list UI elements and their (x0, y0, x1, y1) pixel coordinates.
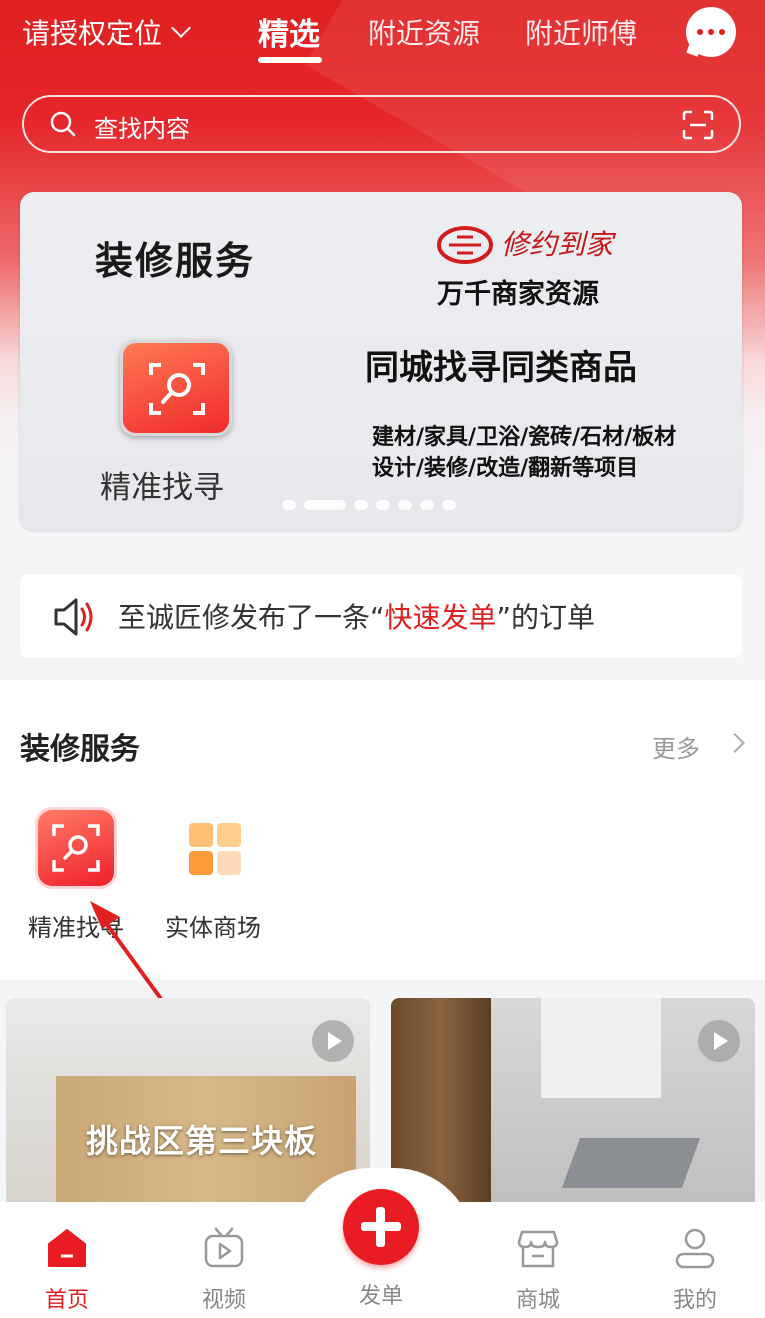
play-icon[interactable] (312, 1020, 354, 1062)
tab-active-indicator (258, 57, 322, 63)
tab-label: 商城 (515, 1288, 560, 1313)
banner-categories-line1: 建材/家具/卫浴/瓷砖/石材/板材 (372, 425, 677, 450)
message-icon[interactable] (686, 7, 736, 57)
tab-nearby-resources[interactable]: 附近资源 (368, 12, 480, 52)
banner-headline: 同城找寻同类商品 (365, 348, 637, 388)
video-caption: 挑战区第三块板 (86, 1122, 318, 1160)
carousel-dot-active (304, 500, 346, 510)
video-card[interactable] (391, 998, 755, 1208)
brand-logo: 修约到家 (437, 226, 617, 264)
grid-icon (175, 810, 251, 886)
promo-banner[interactable]: 装修服务 精准找寻 修约到家 万千商家资源 同城找寻同类商品 建材/家具/卫浴/… (20, 192, 742, 530)
tab-nearby-masters[interactable]: 附近师傅 (525, 12, 637, 52)
carousel-dot (282, 500, 296, 510)
user-icon (675, 1228, 715, 1269)
carousel-dot (420, 500, 434, 510)
location-label: 请授权定位 (22, 17, 163, 50)
play-icon[interactable] (698, 1020, 740, 1062)
svg-text:修约到家: 修约到家 (501, 228, 617, 261)
banner-title: 装修服务 (95, 239, 256, 283)
chevron-right-icon[interactable] (725, 733, 745, 753)
notice-bar[interactable]: 至诚匠修发布了一条“快速发单”的订单 (20, 574, 742, 658)
tab-label: 首页 (44, 1288, 89, 1313)
carousel-dot (398, 500, 412, 510)
tab-label[interactable]: 发单 (336, 1278, 426, 1310)
carousel-indicator (282, 500, 456, 510)
notice-suffix: ”的订单 (496, 601, 596, 634)
banner-merchant: 万千商家资源 (437, 279, 599, 310)
section-title: 装修服务 (20, 732, 140, 767)
home-icon (48, 1229, 86, 1267)
tab-mine[interactable]: 我的 (650, 1226, 740, 1314)
tab-label: 我的 (672, 1288, 717, 1313)
chevron-down-icon (171, 18, 191, 38)
tab-shop[interactable]: 商城 (493, 1226, 583, 1314)
plus-icon[interactable] (343, 1189, 419, 1265)
tv-play-icon (204, 1227, 244, 1268)
speaker-icon (54, 598, 93, 636)
top-nav: 请授权定位 精选 附近资源 附近师傅 (0, 0, 765, 70)
search-icon (50, 111, 76, 137)
notice-text: 至诚匠修发布了一条“快速发单”的订单 (118, 596, 595, 636)
banner-categories-line2: 设计/装修/改造/翻新等项目 (372, 456, 639, 481)
search-bar[interactable]: 查找内容 (22, 95, 741, 153)
scan-icon[interactable] (682, 110, 714, 140)
notice-highlight: 快速发单 (384, 601, 497, 634)
carousel-dot (376, 500, 390, 510)
carousel-dot (442, 500, 456, 510)
notice-prefix: 至诚匠修发布了一条“ (118, 601, 385, 634)
magnify-scan-icon (120, 340, 232, 436)
magnify-scan-icon (38, 810, 114, 886)
carousel-dot (354, 500, 368, 510)
location-selector[interactable]: 请授权定位 (22, 12, 191, 52)
more-link[interactable]: 更多 (652, 729, 700, 764)
tab-video[interactable]: 视频 (179, 1226, 269, 1314)
shop-icon (517, 1230, 559, 1268)
tab-featured[interactable]: 精选 (258, 9, 320, 54)
tab-label: 视频 (201, 1288, 246, 1313)
video-thumbnail-detail (541, 998, 661, 1098)
banner-icon-label: 精准找寻 (100, 470, 224, 506)
tab-home[interactable]: 首页 (22, 1226, 112, 1314)
video-thumbnail-detail (561, 1138, 701, 1188)
search-placeholder: 查找内容 (94, 115, 190, 143)
video-card[interactable]: 挑战区第三块板 (6, 998, 370, 1208)
